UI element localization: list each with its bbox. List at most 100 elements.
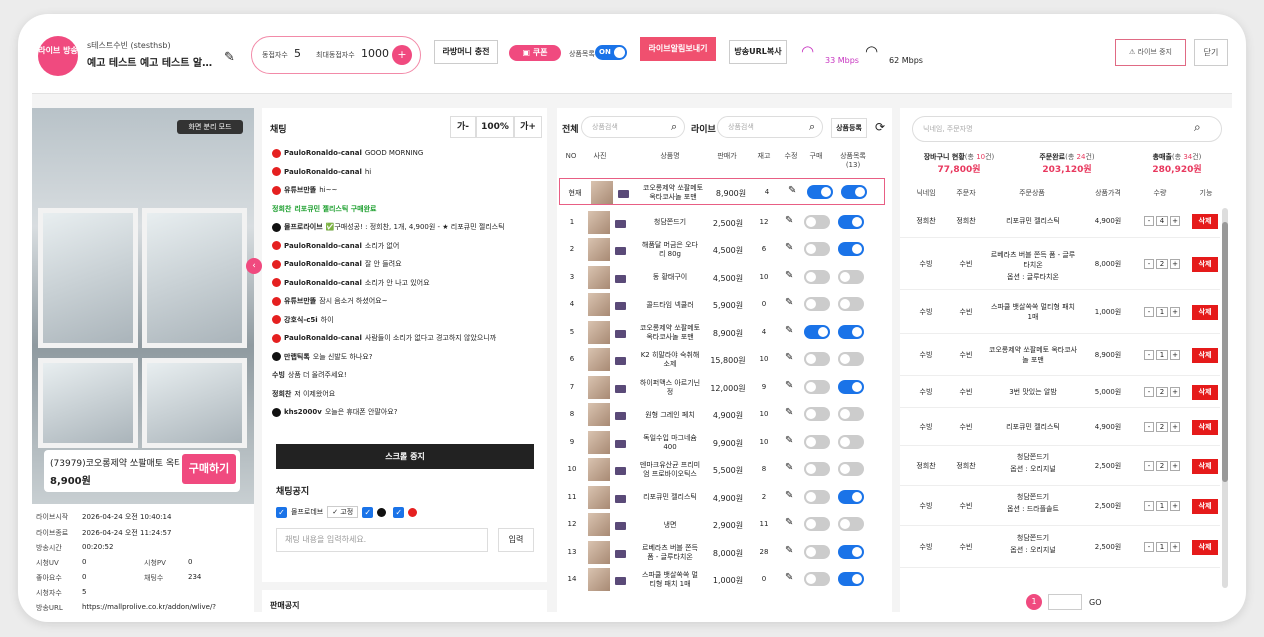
delete-button[interactable]: 삭제 <box>1192 459 1218 474</box>
minus-button[interactable]: - <box>1144 307 1154 317</box>
camera-icon[interactable] <box>618 190 629 198</box>
minus-button[interactable]: - <box>1144 259 1154 269</box>
product-row[interactable]: 현재 코오롱제약 쏘팔메토 옥타코사놀 포맨 8,900원 4 ✎ <box>559 178 885 205</box>
refresh-icon[interactable]: ⟳ <box>875 120 885 134</box>
search-icon[interactable]: ⌕ <box>809 120 815 134</box>
live-product-search-input[interactable]: 상품검색 <box>717 116 823 138</box>
page-input[interactable] <box>1048 594 1082 610</box>
buy-toggle[interactable] <box>804 242 830 256</box>
quantity-value[interactable]: 1 <box>1156 542 1168 552</box>
search-icon[interactable]: ⌕ <box>671 120 677 134</box>
list-toggle[interactable] <box>838 544 864 559</box>
plus-button[interactable]: + <box>1170 461 1180 471</box>
send-button[interactable]: 입력 <box>498 528 534 552</box>
quantity-value[interactable]: 4 <box>1156 216 1168 226</box>
quantity-value[interactable]: 1 <box>1156 501 1168 511</box>
product-row[interactable]: 3 동 황태구이 4,500원 10 ✎ <box>557 264 887 291</box>
edit-icon[interactable]: ✎ <box>785 435 793 446</box>
tab-all[interactable]: 전체 <box>562 122 579 135</box>
chat-input[interactable]: 채팅 내용을 입력하세요. <box>276 528 488 552</box>
camera-icon[interactable] <box>615 412 626 420</box>
camera-icon[interactable] <box>615 329 626 338</box>
edit-icon[interactable]: ✎ <box>785 297 793 308</box>
buy-toggle[interactable] <box>804 434 830 449</box>
list-toggle[interactable] <box>838 352 864 366</box>
minus-button[interactable]: - <box>1144 501 1154 511</box>
buy-toggle[interactable] <box>807 185 833 199</box>
edit-icon[interactable]: ✎ <box>785 215 793 226</box>
product-row[interactable]: 13 르베라츠 버블 쫀득 폼 - 글루타치온 8,000원 28 ✎ <box>557 539 887 566</box>
list-toggle[interactable] <box>838 214 864 229</box>
buy-toggle[interactable] <box>804 572 830 586</box>
url-value[interactable]: https://mallprolive.co.kr/addon/wlive/? <box>82 603 247 611</box>
quantity-value[interactable]: 1 <box>1156 350 1168 360</box>
chat-message-list[interactable]: PauloRonaldo-canal GOOD MORNING PauloRonal… <box>272 144 536 432</box>
product-row[interactable]: 7 하이퍼맥스 아르기닌정 12,000원 9 ✎ <box>557 374 887 401</box>
list-toggle[interactable] <box>838 462 864 476</box>
check-icon[interactable]: ✓ <box>362 506 374 518</box>
camera-icon[interactable] <box>615 549 626 558</box>
edit-icon[interactable]: ✎ <box>785 462 793 473</box>
list-toggle[interactable] <box>838 489 864 504</box>
buy-toggle[interactable] <box>804 297 830 311</box>
camera-icon[interactable] <box>615 439 626 448</box>
quantity-value[interactable]: 2 <box>1156 259 1168 269</box>
camera-icon[interactable] <box>615 219 626 228</box>
edit-icon[interactable]: ✎ <box>785 517 793 528</box>
list-toggle[interactable] <box>838 324 864 339</box>
edit-icon[interactable]: ✎ <box>785 242 793 253</box>
camera-icon[interactable] <box>615 384 626 393</box>
product-row[interactable]: 9 독일수입 마그네슘400 9,900원 10 ✎ <box>557 429 887 456</box>
buy-toggle[interactable] <box>804 269 830 284</box>
list-toggle[interactable] <box>838 434 864 449</box>
camera-icon[interactable] <box>615 467 626 475</box>
coupon-button[interactable]: ▣ 쿠폰 <box>509 45 561 61</box>
delete-button[interactable]: 삭제 <box>1192 214 1218 229</box>
product-search-input[interactable]: 상품검색 <box>581 116 685 138</box>
split-mode-button[interactable]: 화면 분리 모드 <box>177 120 243 134</box>
plus-button[interactable]: + <box>1170 307 1180 317</box>
product-row[interactable]: 5 코오롱제약 쏘팔메토 옥타코사놀 포맨 8,900원 4 ✎ <box>557 319 887 346</box>
buy-toggle[interactable] <box>804 544 830 559</box>
delete-button[interactable]: 삭제 <box>1192 348 1218 363</box>
buy-toggle[interactable] <box>804 517 830 531</box>
edit-icon[interactable]: ✎ <box>785 490 793 501</box>
order-search-input[interactable]: 닉네임, 주문자명 <box>912 116 1222 142</box>
close-button[interactable]: 닫기 <box>1194 39 1228 66</box>
product-row[interactable]: 1 청담쫀드기 2,500원 12 ✎ <box>557 209 887 236</box>
list-toggle[interactable] <box>838 407 864 421</box>
buy-toggle[interactable] <box>804 407 830 421</box>
product-list-toggle[interactable]: ON <box>595 45 627 60</box>
quantity-value[interactable]: 1 <box>1156 307 1168 317</box>
quantity-value[interactable]: 2 <box>1156 461 1168 471</box>
page-1-button[interactable]: 1 <box>1026 594 1042 610</box>
delete-button[interactable]: 삭제 <box>1192 420 1218 435</box>
scrollbar[interactable] <box>1222 208 1228 588</box>
buy-toggle[interactable] <box>804 489 830 504</box>
edit-icon[interactable]: ✎ <box>785 325 793 336</box>
delete-button[interactable]: 삭제 <box>1192 305 1218 320</box>
add-user-icon[interactable]: + <box>392 45 412 65</box>
plus-button[interactable]: + <box>1170 542 1180 552</box>
edit-icon[interactable]: ✎ <box>785 380 793 391</box>
buy-button[interactable]: 구매하기 <box>182 454 236 484</box>
tab-live[interactable]: 라이브 <box>691 122 716 135</box>
camera-icon[interactable] <box>615 357 626 365</box>
camera-icon[interactable] <box>615 577 626 585</box>
list-toggle[interactable] <box>838 297 864 311</box>
plus-button[interactable]: + <box>1170 387 1180 397</box>
product-row[interactable]: 10 덴마크유산균 프리미엄 프로바이오틱스 5,500원 8 ✎ <box>557 456 887 483</box>
camera-icon[interactable] <box>615 247 626 255</box>
stop-live-button[interactable]: ⚠ 라이브 중지 <box>1115 39 1186 66</box>
delete-button[interactable]: 삭제 <box>1192 499 1218 514</box>
edit-title-icon[interactable]: ✎ <box>224 50 235 65</box>
list-toggle[interactable] <box>838 379 864 394</box>
edit-icon[interactable]: ✎ <box>785 545 793 556</box>
font-increase-button[interactable]: 가+ <box>514 116 542 138</box>
plus-button[interactable]: + <box>1170 350 1180 360</box>
minus-button[interactable]: - <box>1144 461 1154 471</box>
list-toggle[interactable] <box>838 269 864 284</box>
camera-icon[interactable] <box>615 494 626 503</box>
list-toggle[interactable] <box>841 185 867 199</box>
list-toggle[interactable] <box>838 517 864 531</box>
